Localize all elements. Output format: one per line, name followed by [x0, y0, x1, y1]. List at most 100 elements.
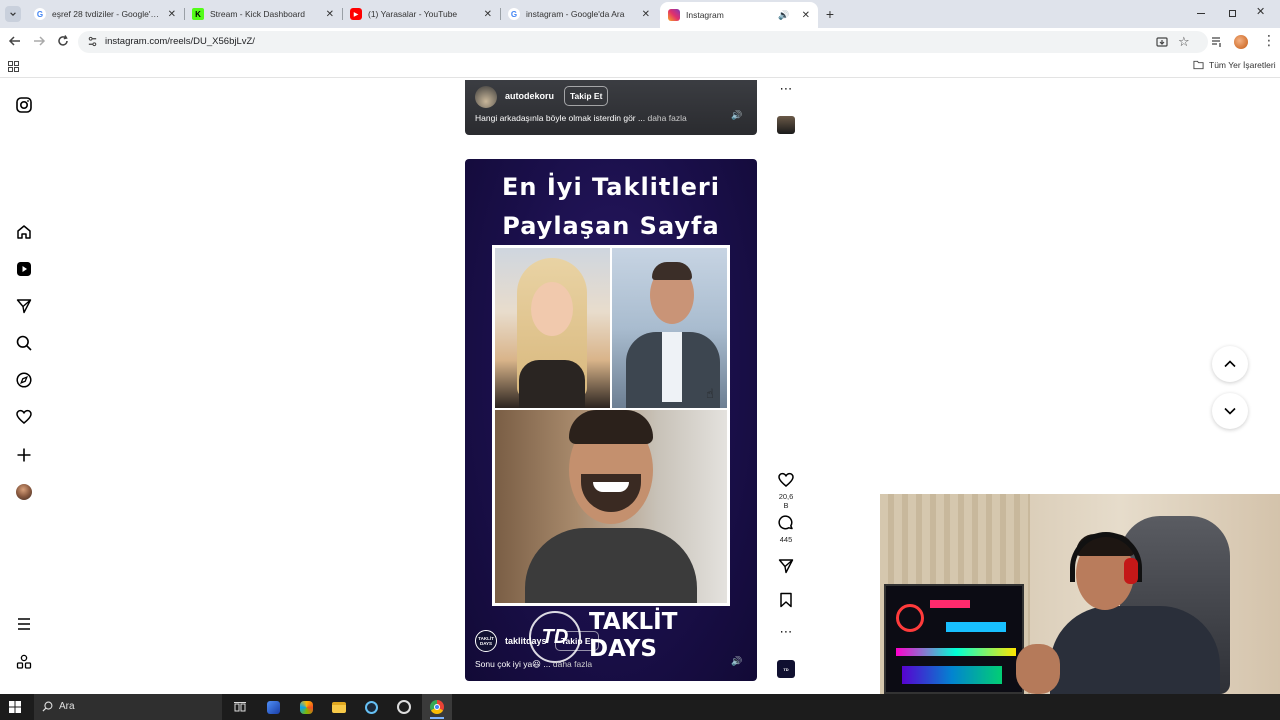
reel-author-username[interactable]: autodekoru: [505, 91, 554, 101]
nav-threads[interactable]: [16, 654, 32, 670]
start-button[interactable]: [9, 701, 21, 716]
compass-icon: [16, 372, 32, 388]
nav-search[interactable]: [16, 335, 32, 351]
previous-reel[interactable]: autodekoru Takip Et Hangi arkadaşınla bö…: [465, 80, 757, 135]
close-icon[interactable]: ✕: [326, 9, 334, 20]
taskbar-app-copilot[interactable]: [291, 694, 321, 720]
current-reel[interactable]: En İyi Taklitleri Paylaşan Sayfa TD TAKL…: [465, 159, 757, 681]
media-control-icon[interactable]: [1211, 36, 1223, 51]
video-panel-man-suit: [612, 248, 727, 408]
task-view-button[interactable]: [225, 694, 255, 720]
tab-kick[interactable]: K Stream - Kick Dashboard ✕: [184, 3, 342, 25]
more-link[interactable]: daha fazla: [647, 113, 686, 123]
forward-button[interactable]: [32, 34, 46, 51]
tab-search-button[interactable]: [5, 6, 21, 22]
nav-profile[interactable]: [16, 484, 32, 500]
folder-icon: [1193, 60, 1204, 70]
previous-reel-more-button[interactable]: ⋯: [776, 82, 796, 96]
new-tab-button[interactable]: +: [822, 6, 838, 22]
taskbar-app-obs[interactable]: [389, 694, 419, 720]
all-bookmarks-label: Tüm Yer İşaretleri: [1209, 60, 1276, 70]
tab-title: Instagram: [686, 10, 724, 20]
tab-youtube[interactable]: ▶ (1) Yarasalar - YouTube ✕: [342, 3, 500, 25]
reload-icon: [58, 35, 68, 46]
browser-toolbar: instagram.com/reels/DU_X56bjLvZ/ ☆ ⋮: [0, 28, 1280, 56]
instagram-logo[interactable]: [16, 97, 32, 113]
taskbar-search-box[interactable]: Ara: [34, 694, 222, 720]
nav-create[interactable]: [16, 447, 32, 463]
reel-author-username[interactable]: taklitdays: [505, 636, 547, 646]
speaker-icon[interactable]: 🔊: [778, 10, 789, 21]
taskbar-app-steam[interactable]: [356, 694, 386, 720]
back-button[interactable]: [8, 34, 22, 51]
close-icon[interactable]: ✕: [484, 9, 492, 20]
reel-author-avatar[interactable]: [475, 86, 497, 108]
restore-button[interactable]: [1228, 8, 1238, 18]
close-icon[interactable]: ✕: [802, 10, 810, 21]
follow-label: Takip Et: [570, 91, 603, 101]
headset-cup: [1124, 558, 1138, 584]
window-close-button[interactable]: ✕: [1256, 5, 1265, 18]
chevron-down-icon: [1224, 407, 1236, 415]
follow-button[interactable]: Takip Et: [555, 631, 600, 651]
more-menu-icon[interactable]: ⋮: [1262, 33, 1276, 47]
save-button[interactable]: [776, 592, 796, 611]
like-count: 20,6 B: [778, 492, 794, 510]
previous-reel-button[interactable]: [1212, 346, 1248, 382]
apps-icon: [16, 654, 32, 669]
site-info-icon[interactable]: [87, 36, 98, 50]
nav-messages[interactable]: [16, 298, 32, 314]
chevron-down-icon: [10, 12, 16, 16]
comment-button[interactable]: 445: [776, 515, 796, 544]
nav-more[interactable]: [16, 616, 32, 632]
apps-grid-icon[interactable]: [8, 61, 19, 75]
taskbar-app-explorer[interactable]: [324, 694, 354, 720]
folder-icon: [332, 701, 346, 713]
reels-icon: [17, 262, 31, 276]
comment-icon: [778, 515, 793, 530]
follow-button[interactable]: Takip Et: [564, 86, 609, 106]
steam-icon: [364, 700, 378, 714]
volume-icon[interactable]: 🔊: [731, 110, 742, 121]
taskbar-app-cloud[interactable]: [258, 694, 288, 720]
search-icon: [42, 701, 53, 712]
tab-instagram[interactable]: Instagram 🔊 ✕: [660, 2, 818, 28]
taskbar-app-chrome[interactable]: [422, 694, 452, 720]
video-panel-woman: [495, 248, 610, 408]
google-icon: G: [34, 8, 46, 20]
bookmarks-bar: Tüm Yer İşaretleri: [0, 56, 1280, 78]
reload-button[interactable]: [56, 34, 70, 51]
close-icon[interactable]: ✕: [642, 9, 650, 20]
all-bookmarks-button[interactable]: Tüm Yer İşaretleri: [1193, 60, 1276, 70]
reel-headline: En İyi Taklitleri Paylaşan Sayfa: [465, 168, 757, 246]
more-link[interactable]: daha fazla: [553, 659, 592, 669]
volume-icon[interactable]: 🔊: [731, 656, 742, 667]
close-icon[interactable]: ✕: [168, 9, 176, 20]
share-button[interactable]: [776, 558, 796, 577]
reel-audio-thumb[interactable]: TD: [776, 660, 796, 678]
headline-line-1: En İyi Taklitleri: [502, 173, 720, 201]
reel-video-frame: [492, 245, 730, 606]
tab-title: Stream - Kick Dashboard: [210, 9, 305, 19]
nav-notifications[interactable]: [16, 409, 32, 425]
next-reel-button[interactable]: [1212, 393, 1248, 429]
youtube-icon: ▶: [350, 8, 362, 20]
previous-reel-audio-thumb[interactable]: [776, 116, 796, 134]
profile-avatar[interactable]: [1234, 35, 1248, 49]
more-options-button[interactable]: ⋯: [776, 625, 796, 639]
search-icon: [16, 335, 32, 351]
nav-home[interactable]: [16, 224, 32, 240]
like-button[interactable]: 20,6 B: [776, 472, 796, 510]
reel-author-avatar[interactable]: TAKLİT DAYS: [475, 630, 497, 652]
active-app-indicator: [430, 717, 444, 719]
address-bar[interactable]: instagram.com/reels/DU_X56bjLvZ/ ☆: [78, 31, 1208, 53]
tab-esref[interactable]: G eşref 28 tvdiziler - Google'da Ara ✕: [26, 3, 184, 25]
minimize-button[interactable]: [1196, 8, 1206, 18]
nav-reels[interactable]: [16, 261, 32, 277]
heart-icon: [16, 409, 32, 424]
bookmark-star-icon[interactable]: ☆: [1178, 34, 1190, 50]
nav-explore[interactable]: [16, 372, 32, 388]
install-app-icon[interactable]: [1156, 36, 1168, 51]
follow-label: Takip Et: [561, 636, 594, 646]
tab-instagram-search[interactable]: G instagram - Google'da Ara ✕: [500, 3, 658, 25]
